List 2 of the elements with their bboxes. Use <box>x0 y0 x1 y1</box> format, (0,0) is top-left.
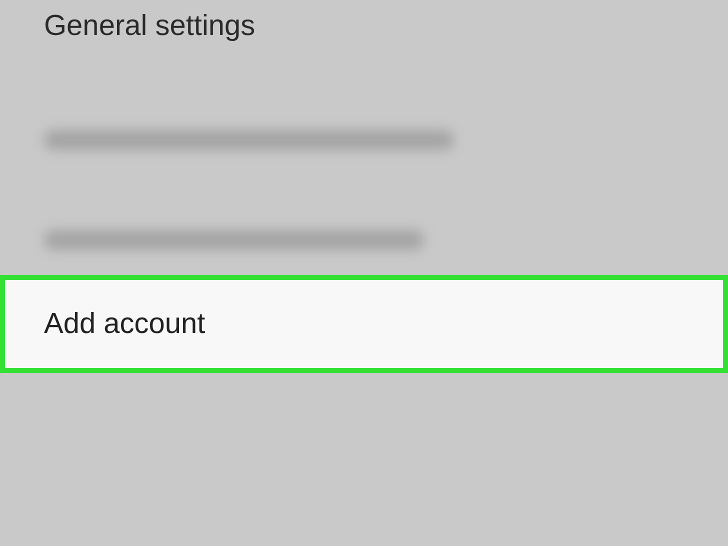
add-account-item[interactable]: Add account <box>0 275 728 373</box>
section-title: General settings <box>43 9 256 44</box>
